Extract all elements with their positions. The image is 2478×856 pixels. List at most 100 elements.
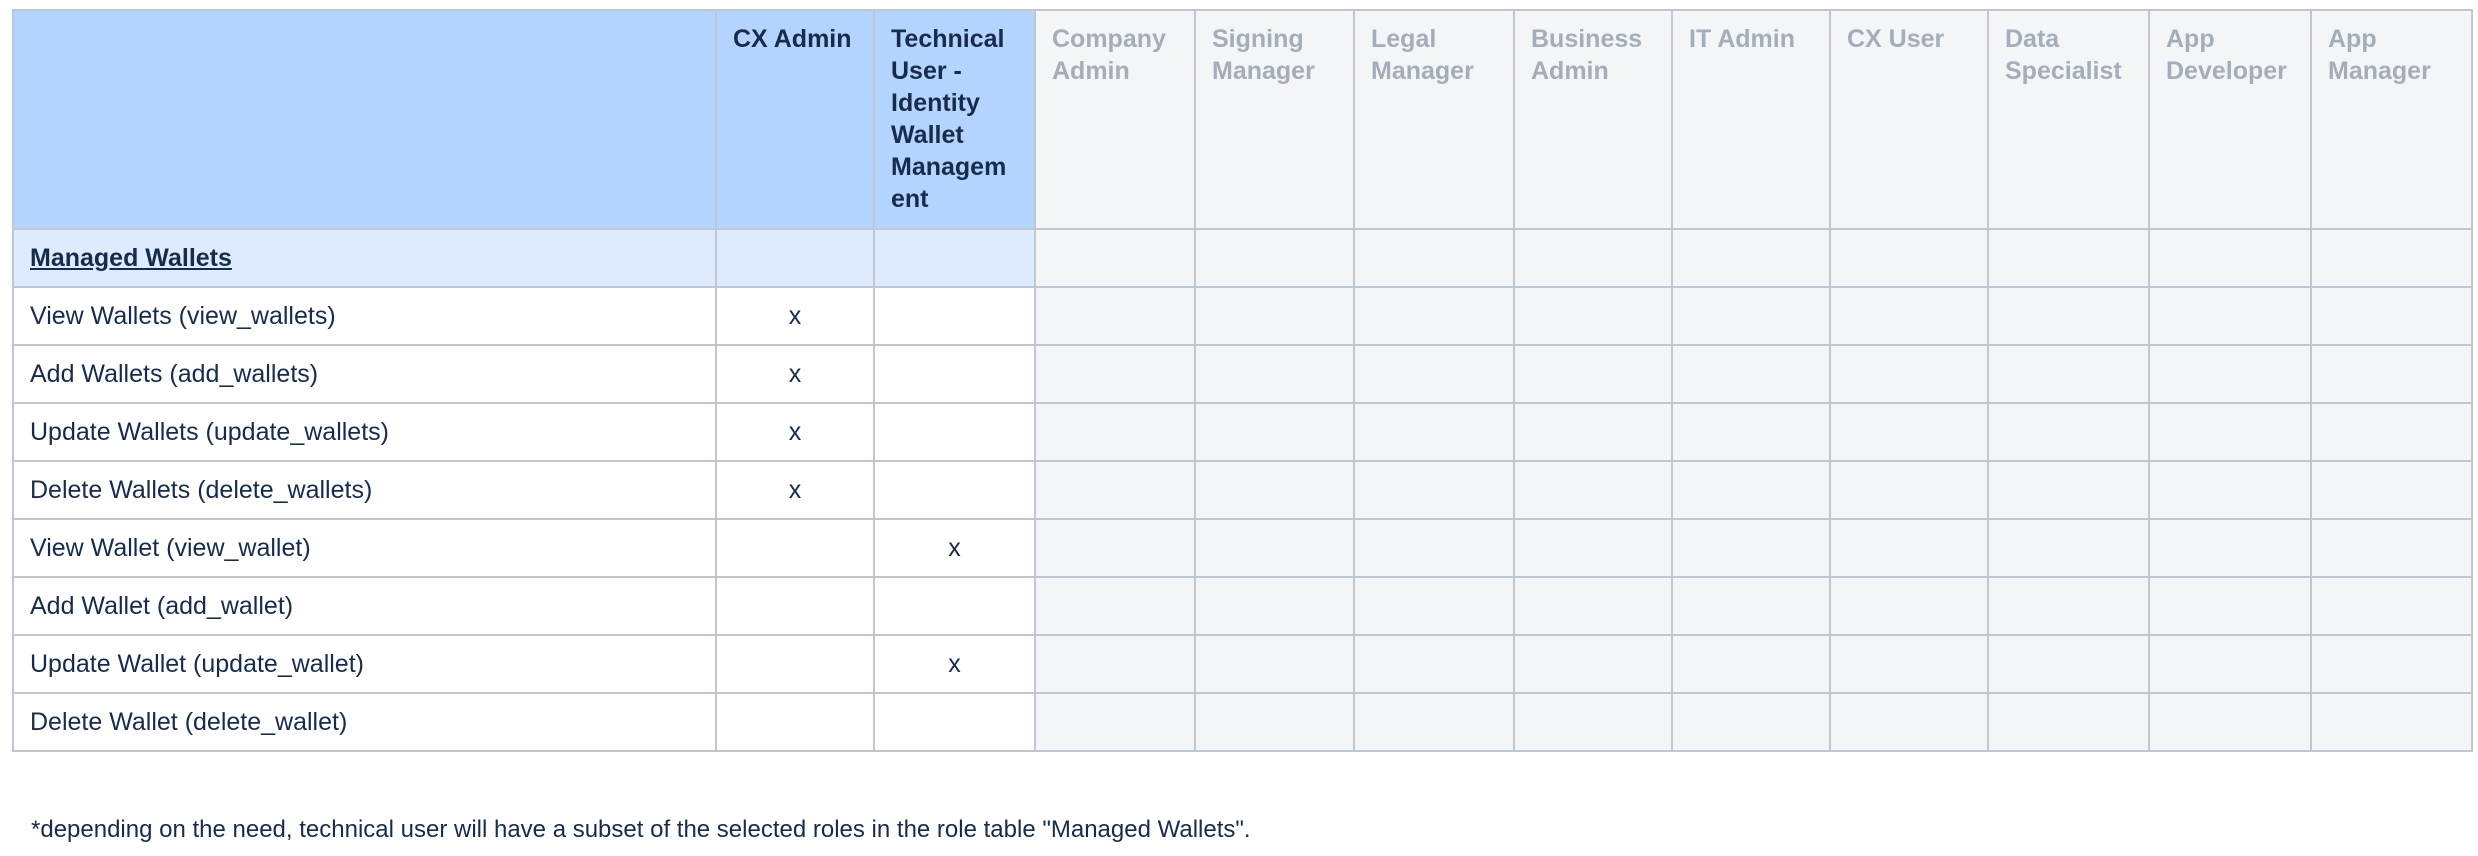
role-permission-table: CX Admin Technical User - Identity Walle… [12,9,2473,752]
permission-label: Add Wallet (add_wallet) [12,576,717,636]
disabled-role-cell [1513,402,1673,462]
section-cell [2148,228,2312,288]
cx-admin-cell: x [715,460,875,520]
disabled-role-cell [1671,286,1831,346]
table-row: Update Wallets (update_wallets) x [12,402,2473,462]
role-matrix-container: CX Admin Technical User - Identity Walle… [12,9,2473,752]
disabled-role-cell [1034,576,1196,636]
disabled-role-cell [1034,460,1196,520]
technical-user-cell [873,460,1036,520]
permission-label: View Wallets (view_wallets) [12,286,717,346]
disabled-role-cell [1513,344,1673,404]
disabled-role-cell [1194,460,1355,520]
disabled-role-cell [1829,576,1989,636]
section-cell [1034,228,1196,288]
permission-label: Add Wallets (add_wallets) [12,344,717,404]
disabled-role-cell [1829,402,1989,462]
column-header-cx-user: CX User [1829,9,1989,230]
column-header-technical-user: Technical User - Identity Wallet Managem… [873,9,1036,230]
disabled-role-cell [2310,576,2473,636]
technical-user-cell [873,402,1036,462]
disabled-role-cell [2148,634,2312,694]
permission-label: Delete Wallets (delete_wallets) [12,460,717,520]
disabled-role-cell [1829,692,1989,752]
disabled-role-cell [2310,460,2473,520]
disabled-role-cell [1034,518,1196,578]
disabled-role-cell [2148,286,2312,346]
permission-label: Delete Wallet (delete_wallet) [12,692,717,752]
disabled-role-cell [1353,286,1515,346]
column-header-it-admin: IT Admin [1671,9,1831,230]
disabled-role-cell [1513,518,1673,578]
disabled-role-cell [1987,518,2150,578]
table-row: Add Wallet (add_wallet) [12,576,2473,636]
disabled-role-cell [1353,344,1515,404]
disabled-role-cell [1829,634,1989,694]
technical-user-cell [873,286,1036,346]
section-row-managed-wallets: Managed Wallets [12,228,2473,288]
disabled-role-cell [2310,634,2473,694]
disabled-role-cell [1671,402,1831,462]
cx-admin-cell [715,518,875,578]
column-header-signing-manager: Signing Manager [1194,9,1355,230]
technical-user-cell: x [873,518,1036,578]
technical-user-cell [873,692,1036,752]
disabled-role-cell [1513,460,1673,520]
disabled-role-cell [2148,460,2312,520]
disabled-role-cell [1194,402,1355,462]
disabled-role-cell [1353,692,1515,752]
technical-user-cell [873,576,1036,636]
disabled-role-cell [2310,518,2473,578]
disabled-role-cell [1987,576,2150,636]
section-cell [1829,228,1989,288]
cx-admin-cell: x [715,286,875,346]
disabled-role-cell [1671,460,1831,520]
table-row: View Wallets (view_wallets) x [12,286,2473,346]
table-row: View Wallet (view_wallet) x [12,518,2473,578]
disabled-role-cell [1034,692,1196,752]
disabled-role-cell [2148,576,2312,636]
disabled-role-cell [1513,692,1673,752]
column-header-app-manager: App Manager [2310,9,2473,230]
disabled-role-cell [2148,402,2312,462]
column-header-app-developer: App Developer [2148,9,2312,230]
permission-label: Update Wallets (update_wallets) [12,402,717,462]
disabled-role-cell [2148,518,2312,578]
section-cell [2310,228,2473,288]
disabled-role-cell [1194,634,1355,694]
column-header-data-specialist: Data Specialist [1987,9,2150,230]
table-header-row: CX Admin Technical User - Identity Walle… [12,9,2473,230]
disabled-role-cell [1353,402,1515,462]
footnote: *depending on the need, technical user w… [31,816,1251,843]
cx-admin-cell [715,692,875,752]
disabled-role-cell [2310,286,2473,346]
section-cell [1671,228,1831,288]
disabled-role-cell [1353,576,1515,636]
disabled-role-cell [1671,634,1831,694]
section-cell [1353,228,1515,288]
disabled-role-cell [1034,402,1196,462]
cx-admin-cell [715,634,875,694]
disabled-role-cell [1987,344,2150,404]
disabled-role-cell [1987,692,2150,752]
header-empty-cell [12,9,717,230]
technical-user-cell [873,344,1036,404]
disabled-role-cell [2310,344,2473,404]
section-cell [873,228,1036,288]
disabled-role-cell [1034,344,1196,404]
disabled-role-cell [2310,692,2473,752]
disabled-role-cell [2148,692,2312,752]
disabled-role-cell [1671,518,1831,578]
table-row: Update Wallet (update_wallet) x [12,634,2473,694]
disabled-role-cell [1671,576,1831,636]
disabled-role-cell [1194,692,1355,752]
table-row: Add Wallets (add_wallets) x [12,344,2473,404]
disabled-role-cell [1987,634,2150,694]
disabled-role-cell [1034,634,1196,694]
disabled-role-cell [1353,634,1515,694]
section-cell [1987,228,2150,288]
disabled-role-cell [1829,518,1989,578]
disabled-role-cell [1829,344,1989,404]
disabled-role-cell [1353,460,1515,520]
disabled-role-cell [1194,344,1355,404]
